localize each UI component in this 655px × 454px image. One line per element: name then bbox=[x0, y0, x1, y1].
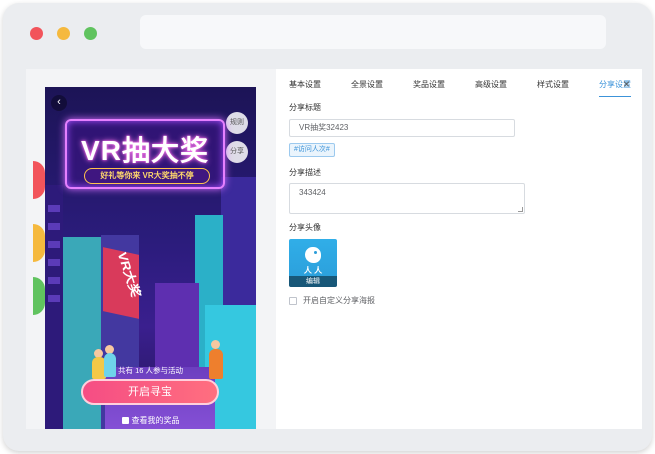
shop-sign: VR大奖 bbox=[103, 247, 144, 319]
share-button[interactable]: 分享 bbox=[226, 141, 248, 163]
avatar-edit-button[interactable]: 编辑 bbox=[289, 276, 337, 287]
rules-button[interactable]: 规则 bbox=[226, 112, 248, 134]
tab-style[interactable]: 样式设置 bbox=[537, 77, 569, 97]
settings-tabs: 基本设置 全景设置 奖品设置 高级设置 样式设置 分享设置 bbox=[289, 77, 642, 97]
address-bar[interactable] bbox=[140, 15, 606, 49]
bird-logo-icon bbox=[305, 247, 321, 263]
resize-handle-icon[interactable] bbox=[518, 207, 523, 212]
start-treasure-button[interactable]: 开启寻宝 bbox=[81, 379, 219, 405]
campaign-banner: VR抽大奖 好礼等你来 VR大奖抽不停 bbox=[65, 119, 225, 189]
share-avatar-image[interactable]: 人 人 编辑 bbox=[289, 239, 337, 287]
custom-poster-checkbox[interactable] bbox=[289, 296, 297, 305]
share-title-label: 分享标题 bbox=[289, 103, 321, 112]
custom-poster-option[interactable]: 开启自定义分享海报 bbox=[289, 295, 375, 306]
participant-count: 共有 16 人参与活动 bbox=[117, 366, 183, 375]
campaign-title: VR抽大奖 bbox=[81, 135, 209, 166]
back-icon[interactable]: ‹ bbox=[51, 95, 67, 111]
decoration-dot bbox=[33, 277, 45, 315]
campaign-subtitle: 好礼等你来 VR大奖抽不停 bbox=[84, 168, 210, 184]
building-illustration bbox=[45, 185, 63, 429]
share-title-input[interactable]: VR抽奖32423 bbox=[289, 119, 515, 137]
custom-poster-label: 开启自定义分享海报 bbox=[303, 296, 375, 305]
share-avatar-label: 分享头像 bbox=[289, 223, 321, 232]
share-description-label: 分享描述 bbox=[289, 168, 321, 177]
tab-advanced[interactable]: 高级设置 bbox=[475, 77, 507, 97]
my-prize-label: 查看我的奖品 bbox=[131, 416, 180, 425]
bird-eye bbox=[314, 251, 317, 254]
browser-window: VR大奖 ‹ 规则 分享 VR抽大奖 好礼等你来 VR大奖抽不停 共有 16 人… bbox=[3, 3, 652, 451]
decoration-dot bbox=[33, 161, 45, 199]
my-prize-link[interactable]: 查看我的奖品 bbox=[45, 415, 256, 426]
shop-sign-text: VR大奖 bbox=[114, 251, 144, 298]
tab-panorama[interactable]: 全景设置 bbox=[351, 77, 383, 97]
share-description-input[interactable]: 343424 bbox=[289, 183, 525, 214]
people-icon: 人 人 bbox=[303, 266, 323, 275]
insert-visits-tag-button[interactable]: #访问人次# bbox=[289, 143, 335, 157]
tab-basic[interactable]: 基本设置 bbox=[289, 77, 321, 97]
decoration-dot bbox=[33, 224, 45, 262]
person-illustration bbox=[211, 340, 220, 349]
maximize-window-button[interactable] bbox=[84, 27, 97, 40]
page-viewport: VR大奖 ‹ 规则 分享 VR抽大奖 好礼等你来 VR大奖抽不停 共有 16 人… bbox=[26, 69, 642, 429]
close-icon[interactable]: × bbox=[623, 77, 630, 91]
settings-panel: 基本设置 全景设置 奖品设置 高级设置 样式设置 分享设置 × 分享标题 VR抽… bbox=[276, 69, 642, 429]
minimize-window-button[interactable] bbox=[57, 27, 70, 40]
close-window-button[interactable] bbox=[30, 27, 43, 40]
tab-prizes[interactable]: 奖品设置 bbox=[413, 77, 445, 97]
share-description-value: 343424 bbox=[299, 188, 326, 197]
gift-icon bbox=[121, 417, 129, 424]
phone-preview: VR大奖 ‹ 规则 分享 VR抽大奖 好礼等你来 VR大奖抽不停 共有 16 人… bbox=[45, 87, 256, 429]
